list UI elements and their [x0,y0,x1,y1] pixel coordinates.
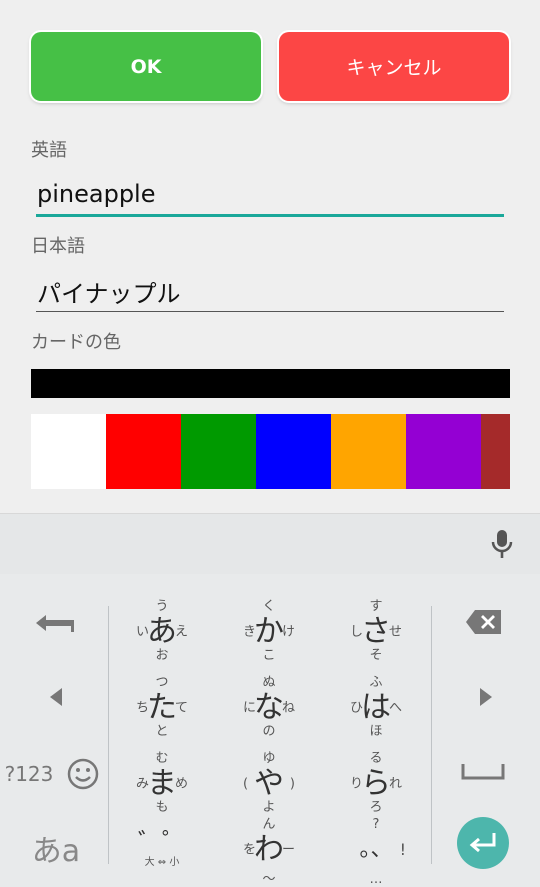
key-ka-right: け [281,624,295,640]
swatch-brown[interactable] [481,414,510,489]
key-wa-row[interactable]: ん を わ ー 〜 [219,812,319,887]
key-na-down: の [262,724,276,739]
key-ka-up: く [262,599,276,614]
card-color-label: カードの色 [31,332,121,353]
key-ta-down: と [155,724,169,739]
key-ma-row[interactable]: む み ま め も [112,746,212,822]
key-ha-main: は [361,690,391,725]
ok-button[interactable]: OK [31,32,261,101]
keyboard-divider-left [108,606,109,864]
keyboard-divider-right [431,606,432,864]
color-swatches [31,414,510,489]
key-ha-up: ふ [369,675,383,690]
key-sa-up: す [369,599,383,614]
key-ya-row[interactable]: ゆ ( や ) よ [219,746,319,822]
key-ka-down: こ [262,648,276,663]
key-wa-right: ー [281,842,295,858]
key-punct-right: ! [399,840,406,859]
key-ma-main: ま [147,766,177,801]
key-punct-down: … [369,872,383,887]
key-na-main: な [254,690,284,725]
space-icon[interactable] [461,762,505,782]
swatch-red[interactable] [106,414,181,489]
numbers-key[interactable]: ?123 [4,760,54,788]
english-label: 英語 [31,140,67,161]
key-punct-up: ? [372,817,380,832]
key-sa-main: さ [361,614,391,649]
key-a-main: あ [147,614,177,649]
swatch-purple[interactable] [406,414,481,489]
key-ta-up: つ [155,675,169,690]
cursor-left-icon[interactable] [46,686,66,708]
key-a-row[interactable]: う い あ え お [112,594,212,670]
key-ta-main: た [147,690,177,725]
enter-button[interactable] [457,817,509,869]
key-dakuten[interactable]: ゛゜ 大 ⇔ 小 [112,812,212,887]
key-ra-row[interactable]: る り ら れ ろ [326,746,426,822]
english-field-underline [36,214,504,217]
key-punct[interactable]: ? 。、 ! … [326,812,426,887]
swatch-blue[interactable] [256,414,331,489]
emoji-icon[interactable] [66,757,100,791]
key-a-up: う [155,599,169,614]
key-ya-up: ゆ [262,751,276,766]
swatch-orange[interactable] [331,414,406,489]
key-ka-row[interactable]: く き か け こ [219,594,319,670]
key-wa-main: わ [254,832,284,867]
key-ra-right: れ [388,776,402,792]
cancel-button[interactable]: キャンセル [279,32,509,101]
key-sa-right: せ [388,624,402,640]
kana-toggle-key[interactable]: あa [26,830,86,869]
key-ka-main: か [254,614,284,649]
japanese-field-underline [36,311,504,312]
key-ra-up: る [369,751,383,766]
key-wa-up: ん [262,817,276,832]
key-na-row[interactable]: ぬ に な ね の [219,670,319,746]
key-sa-row[interactable]: す し さ せ そ [326,594,426,670]
key-ta-row[interactable]: つ ち た て と [112,670,212,746]
key-dakuten-down: 大 ⇔ 小 [144,857,180,868]
key-ra-main: ら [361,766,391,801]
key-na-right: ね [281,700,295,716]
cursor-right-icon[interactable] [476,686,496,708]
key-ta-right: て [174,700,188,716]
microphone-icon[interactable] [489,528,515,560]
key-ha-right: へ [388,700,402,716]
swatch-white[interactable] [31,414,106,489]
key-ha-down: ほ [369,724,383,739]
key-ma-right: め [174,776,188,792]
undo-arrow-icon[interactable] [34,610,78,636]
key-ha-row[interactable]: ふ ひ は へ ほ [326,670,426,746]
key-ya-main: や [254,766,284,801]
english-field[interactable]: pineapple [36,180,504,208]
enter-arrow-icon [469,833,496,853]
key-ya-right: ) [289,776,295,792]
japanese-label: 日本語 [31,236,85,257]
key-a-down: お [155,648,169,663]
key-ma-up: む [155,751,169,766]
selected-color-bar [31,369,510,398]
key-dakuten-main: ゛゜ [138,828,186,857]
key-punct-main: 。、 [359,837,393,862]
key-na-up: ぬ [262,675,276,690]
backspace-icon[interactable] [465,609,503,635]
swatch-green[interactable] [181,414,256,489]
japanese-field[interactable]: パイナップル [36,274,504,309]
keyboard-suggestion-bar [0,513,540,574]
key-a-right: え [174,624,188,640]
key-wa-down: 〜 [262,872,276,887]
key-sa-down: そ [369,648,383,663]
key-ya-left: ( [243,776,249,792]
